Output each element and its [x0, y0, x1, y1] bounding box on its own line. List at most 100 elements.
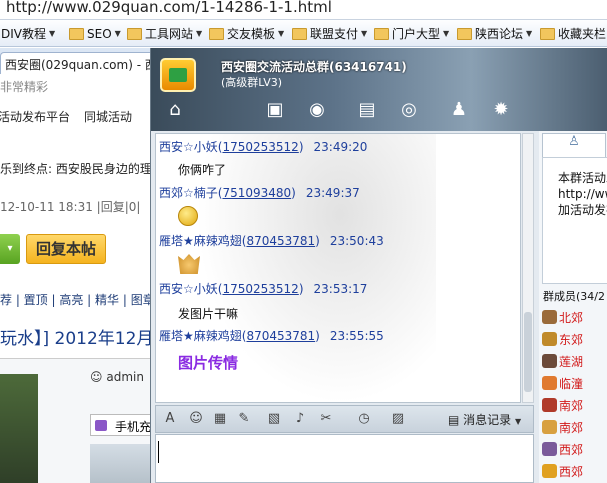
avatar	[542, 310, 557, 324]
member-item[interactable]: 东郊	[542, 330, 583, 348]
bookmark-shaanxi[interactable]: 陕西论坛 ▼	[457, 25, 532, 42]
qq-number-link[interactable]: 870453781	[246, 329, 315, 343]
smile-icon: ☺	[90, 370, 103, 384]
member-item[interactable]: 莲湖	[542, 352, 583, 370]
announcement-line: 本群活动发	[558, 171, 607, 185]
chevron-down-icon: ▼	[361, 29, 368, 38]
member-item[interactable]: 西郊	[542, 440, 583, 458]
chat-scrollbar[interactable]	[522, 133, 534, 403]
qq-number-link[interactable]: 1750253512	[222, 282, 298, 296]
qq-group-window: 西安圈交流活动总群(63416741) (高级群LV3) ⌂ ▣ ◉ ▤ ◎ ♟…	[150, 48, 607, 483]
bookmark-templates[interactable]: 交友模板 ▼	[209, 25, 284, 42]
group-logo[interactable]	[160, 58, 196, 92]
avatar	[542, 398, 557, 412]
qq-number-link[interactable]: 751093480	[222, 186, 291, 200]
chat-history[interactable]: 西安☆小妖(1750253512) 23:49:20 你俩咋了 西郊☆楠子(751…	[155, 133, 521, 403]
member-item[interactable]: 临潼	[542, 374, 583, 392]
folder-icon	[69, 27, 84, 40]
group-name: 西安圈交流活动总群(63416741)	[221, 60, 407, 74]
settings-icon[interactable]: ✹	[487, 95, 515, 123]
members-title: 群成员(34/2	[543, 290, 605, 303]
emoji-icon[interactable]: ☺	[188, 411, 204, 427]
folder-icon	[457, 27, 472, 40]
gift-icon[interactable]: ▦	[212, 411, 228, 427]
webcam-icon[interactable]: ◎	[395, 95, 423, 123]
post-title[interactable]: 乐到终点: 西安股民身边的理财	[0, 160, 164, 177]
shake-icon[interactable]: ▨	[390, 411, 406, 427]
scrollbar-thumb[interactable]	[524, 312, 532, 392]
avatar	[542, 464, 557, 478]
announcement-link[interactable]: http://ww	[558, 186, 607, 202]
clock-icon[interactable]: ◷	[356, 411, 372, 427]
breadcrumb-platform[interactable]: 活动发布平台	[0, 108, 70, 125]
tab-announcement[interactable]: ♙	[542, 133, 606, 157]
qq-number-link[interactable]: 1750253512	[222, 140, 298, 154]
admin-icon[interactable]: ♟	[445, 95, 473, 123]
address-bar[interactable]: http://www.029quan.com/1-14286-1-1.html	[0, 0, 607, 20]
folder-icon	[209, 27, 224, 40]
gallery-icon[interactable]: ▣	[261, 95, 289, 123]
member-item[interactable]: 南郊	[542, 396, 583, 414]
folder-icon	[292, 27, 307, 40]
chat-bubble-icon[interactable]: ▤	[353, 95, 381, 123]
message-header: 雁塔★麻辣鸡翅(870453781) 23:55:55	[159, 329, 384, 343]
post-meta: 12-10-11 18:31 |回复|0|	[0, 200, 141, 214]
music-icon[interactable]: ♪	[292, 411, 308, 427]
dropdown-button[interactable]: ▾	[0, 234, 20, 264]
message-input[interactable]	[155, 434, 534, 483]
message-text: 你俩咋了	[178, 163, 227, 177]
message-text: 发图片干嘛	[178, 307, 239, 321]
page-header-text: 非常精彩	[0, 80, 49, 94]
message-text: 图片传情	[178, 354, 239, 372]
group-side-panel: ♙ 本群活动发 http://ww 加活动发布 群成员(34/2 北郊 东郊 莲…	[539, 131, 607, 483]
reply-button[interactable]: 回复本帖	[26, 234, 106, 264]
avatar	[542, 376, 557, 390]
member-item[interactable]: 西郊	[542, 462, 583, 480]
folder-icon	[127, 27, 142, 40]
chevron-down-icon: ▼	[49, 29, 56, 38]
home-icon[interactable]: ⌂	[161, 95, 189, 123]
message-header: 西安☆小妖(1750253512) 23:49:20	[159, 140, 368, 154]
image-icon[interactable]: ▧	[266, 411, 282, 427]
group-announcement: 本群活动发 http://ww 加活动发布	[542, 157, 607, 284]
folder-icon	[374, 27, 389, 40]
avatar	[542, 332, 557, 346]
author-name[interactable]: ☺ admin	[90, 370, 144, 384]
chevron-down-icon: ▼	[114, 29, 121, 38]
pen-icon[interactable]: ✎	[236, 411, 252, 427]
screen: http://www.029quan.com/1-14286-1-1.html …	[0, 0, 607, 483]
browser-tab[interactable]: 西安圈(029quan.com) - 西安	[0, 52, 158, 74]
history-icon: ▤	[448, 413, 460, 427]
avatar	[542, 442, 557, 456]
bookmark-favorites[interactable]: 收藏夹栏	[540, 25, 606, 42]
qq-number-link[interactable]: 870453781	[246, 234, 315, 248]
bookmark-portal[interactable]: 门户大型 ▼	[374, 25, 449, 42]
tab-strip: 西安圈(029quan.com) - 西安	[0, 48, 160, 74]
bookmark-payment[interactable]: 联盟支付 ▼	[292, 25, 367, 42]
url-text[interactable]: http://www.029quan.com/1-14286-1-1.html	[6, 0, 332, 16]
message-history-button[interactable]: ▤ 消息记录 ▼	[448, 411, 521, 428]
forum-page: 非常精彩 活动发布平台 同城活动 乐到终点: 西安股民身边的理财 12-10-1…	[0, 74, 164, 483]
breadcrumb-local[interactable]: 同城活动	[84, 108, 132, 125]
thread-title: 玩水】] 2012年12月	[0, 329, 154, 349]
author-photo	[0, 374, 38, 483]
format-toolbar: A ☺ ▦ ✎ ▧ ♪ ✂ ◷ ▨ ▤ 消息记录 ▼	[155, 405, 534, 433]
chevron-down-icon: ▼	[515, 417, 522, 426]
moderation-links[interactable]: 荐 | 置顶 | 高亮 | 精华 | 图章	[0, 291, 155, 308]
message-header: 西安☆小妖(1750253512) 23:53:17	[159, 282, 368, 296]
member-item[interactable]: 南郊	[542, 418, 583, 436]
people-icon: ♙	[568, 134, 580, 149]
phone-icon	[95, 420, 107, 431]
announcement-line: 加活动发布	[558, 203, 607, 217]
font-icon[interactable]: A	[162, 411, 178, 427]
scissors-icon[interactable]: ✂	[318, 411, 334, 427]
voice-icon[interactable]: ◉	[303, 95, 331, 123]
bookmark-seo[interactable]: SEO ▼	[69, 25, 121, 42]
member-item[interactable]: 北郊	[542, 308, 583, 326]
text-cursor	[158, 441, 159, 463]
folder-icon	[540, 27, 555, 40]
bookmark-div-tutorial[interactable]: DIV教程 ▼	[0, 25, 55, 42]
bookmark-tools[interactable]: 工具网站 ▼	[127, 25, 202, 42]
group-level: (高级群LV3)	[221, 76, 283, 89]
avatar	[542, 354, 557, 368]
